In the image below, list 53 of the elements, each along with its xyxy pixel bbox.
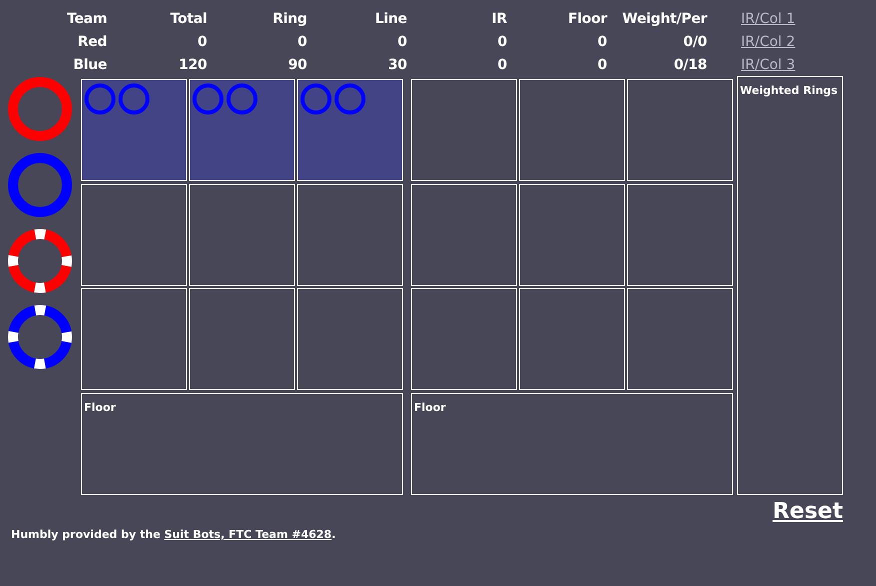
field-cell[interactable] — [519, 184, 625, 286]
field-cell[interactable] — [81, 79, 187, 181]
field-cell[interactable] — [81, 184, 187, 286]
score-value: 0 — [296, 33, 307, 52]
field-cell[interactable] — [627, 288, 733, 390]
team-link[interactable]: Suit Bots, FTC Team #4628 — [164, 528, 332, 541]
score-value: 0 — [396, 33, 407, 52]
panel-title: Weighted Rings — [740, 84, 838, 97]
column-header: Floor — [566, 10, 607, 29]
score-value: 0 — [596, 56, 607, 75]
score-value: 30 — [387, 56, 407, 75]
team-name: Red — [76, 33, 107, 52]
field-cell[interactable] — [411, 288, 517, 390]
ir-column-link[interactable]: IR/Col 2 — [741, 33, 796, 52]
ir-column-link[interactable]: IR/Col 3 — [741, 56, 796, 75]
column-header: Ring — [272, 10, 307, 29]
score-value: 0/0 — [682, 33, 707, 52]
floor-label: Floor — [84, 400, 116, 414]
field-cell[interactable] — [189, 184, 295, 286]
field-cell[interactable] — [81, 288, 187, 390]
field-cell[interactable] — [411, 79, 517, 181]
score-value: 120 — [178, 56, 207, 75]
column-header: IR — [490, 10, 507, 29]
column-header: Team — [66, 10, 107, 29]
score-value: 0 — [496, 56, 507, 75]
field-cell[interactable] — [519, 79, 625, 181]
floor-zone[interactable]: Floor — [411, 392, 733, 494]
reset-link[interactable]: Reset — [772, 499, 843, 524]
score-value: 0 — [496, 33, 507, 52]
score-value: 90 — [287, 56, 307, 75]
field-cell[interactable] — [297, 79, 403, 181]
ring-icon[interactable] — [7, 304, 73, 370]
column-header: Total — [169, 10, 207, 29]
footer-text: Humbly provided by the Suit Bots, FTC Team #4628. — [11, 528, 337, 541]
floor-zone[interactable]: Floor — [81, 392, 403, 494]
column-header: Weight/Per — [621, 10, 707, 29]
field-cell[interactable] — [627, 184, 733, 286]
weighted-rings-zone[interactable]: Weighted Rings — [737, 76, 843, 495]
floor-label: Floor — [414, 400, 446, 414]
ring-icon[interactable] — [7, 228, 73, 294]
team-name: Blue — [72, 56, 107, 75]
column-header: Line — [374, 10, 407, 29]
field-cell[interactable] — [297, 288, 403, 390]
field-cell[interactable] — [189, 79, 295, 181]
field-cell[interactable] — [189, 288, 295, 390]
score-value: 0 — [596, 33, 607, 52]
field-cell[interactable] — [519, 288, 625, 390]
field-cell[interactable] — [627, 79, 733, 181]
score-value: 0/18 — [672, 56, 707, 75]
score-value: 0 — [196, 33, 207, 52]
field-cell[interactable] — [411, 184, 517, 286]
field-cell[interactable] — [297, 184, 403, 286]
ir-column-link[interactable]: IR/Col 1 — [741, 10, 796, 29]
